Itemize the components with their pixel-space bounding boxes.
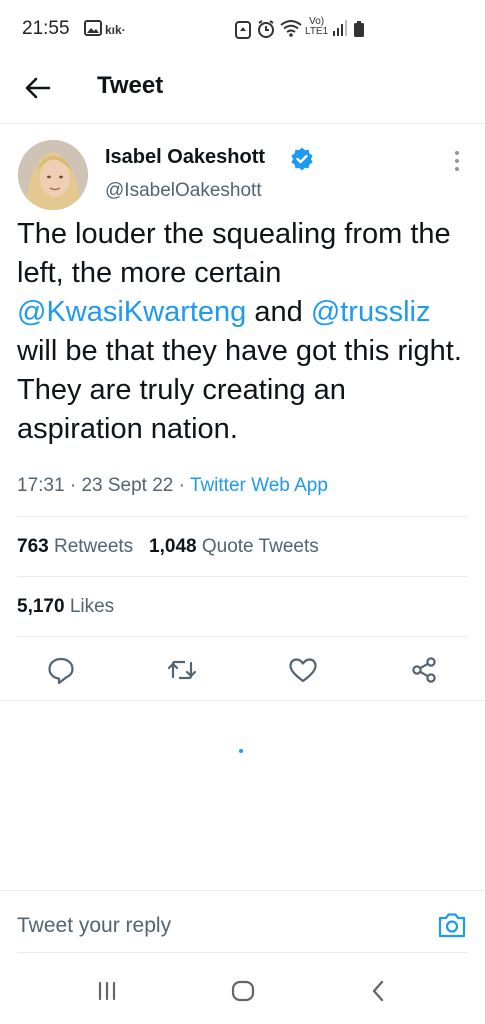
tweet-text-part: and (246, 296, 311, 328)
retweets-count: 763 (17, 536, 49, 557)
meta-separator: · (64, 475, 82, 496)
recycle-icon (235, 21, 251, 39)
quotes-label: Quote Tweets (201, 536, 319, 557)
vertical-dots-icon[interactable] (447, 150, 467, 172)
actions-divider (0, 700, 485, 701)
likes-stats[interactable]: 5,170 Likes (17, 596, 114, 618)
quotes-link[interactable]: 1,048 Quote Tweets (149, 536, 319, 557)
loading-indicator (239, 749, 243, 753)
avatar[interactable] (18, 140, 88, 210)
tweet-text: The louder the squealing from the left, … (17, 215, 472, 449)
tweet-text-part: The louder the squealing from the left, … (17, 218, 451, 289)
likes-label: Likes (69, 596, 115, 617)
author-name[interactable]: Isabel Oakeshott (105, 146, 265, 169)
tweet-text-part: will be that they have got this right. T… (17, 335, 462, 445)
quotes-count: 1,048 (149, 536, 197, 557)
camera-icon[interactable] (437, 911, 467, 939)
kik-notification: kık· (105, 23, 126, 37)
network-indicator: Vo) LTE1 (305, 17, 328, 37)
battery-icon (354, 21, 364, 37)
reply-composer[interactable]: Tweet your reply (0, 890, 485, 954)
avatar-image (18, 140, 88, 210)
tweet-date: 23 Sept 22 (81, 475, 174, 496)
mention-link[interactable]: @trussliz (311, 296, 431, 328)
status-time: 21:55 (22, 18, 70, 39)
retweet-icon[interactable] (167, 655, 197, 685)
reply-input[interactable]: Tweet your reply (17, 914, 171, 938)
tweet-source-app[interactable]: Twitter Web App (190, 475, 328, 496)
heart-icon[interactable] (288, 655, 318, 685)
likes-count: 5,170 (17, 596, 65, 617)
header-divider (0, 123, 485, 124)
recent-apps-icon[interactable] (92, 976, 122, 1006)
signal-icon (333, 20, 347, 36)
retweet-stats: 763 Retweets 1,048 Quote Tweets (17, 536, 319, 558)
tweet-time: 17:31 (17, 475, 65, 496)
gallery-notification-icon (84, 20, 102, 36)
verified-badge-icon (291, 147, 313, 171)
reply-underline (17, 952, 468, 953)
retweets-label: Retweets (53, 536, 134, 557)
retweets-link[interactable]: 763 Retweets (17, 536, 133, 557)
network-lte: LTE1 (305, 26, 329, 37)
mention-link[interactable]: @KwasiKwarteng (17, 296, 246, 328)
likes-divider (17, 636, 468, 637)
tweet-meta: 17:31 · 23 Sept 22 · Twitter Web App (17, 475, 328, 497)
wifi-icon (280, 20, 302, 37)
system-nav-bar (0, 960, 485, 1024)
arrow-left-icon[interactable] (24, 74, 52, 102)
author-handle[interactable]: @IsabelOakeshott (105, 180, 262, 202)
status-bar: 21:55 kık· Vo) LTE1 (0, 0, 485, 60)
app-header: Tweet (0, 60, 485, 124)
back-nav-icon[interactable] (364, 976, 394, 1006)
stats-divider (17, 576, 468, 577)
alarm-icon (258, 20, 274, 38)
home-icon[interactable] (228, 976, 258, 1006)
page-title: Tweet (97, 72, 164, 99)
reply-icon[interactable] (46, 655, 76, 685)
share-icon[interactable] (409, 655, 439, 685)
meta-divider (17, 516, 468, 517)
meta-separator: · (173, 475, 190, 496)
